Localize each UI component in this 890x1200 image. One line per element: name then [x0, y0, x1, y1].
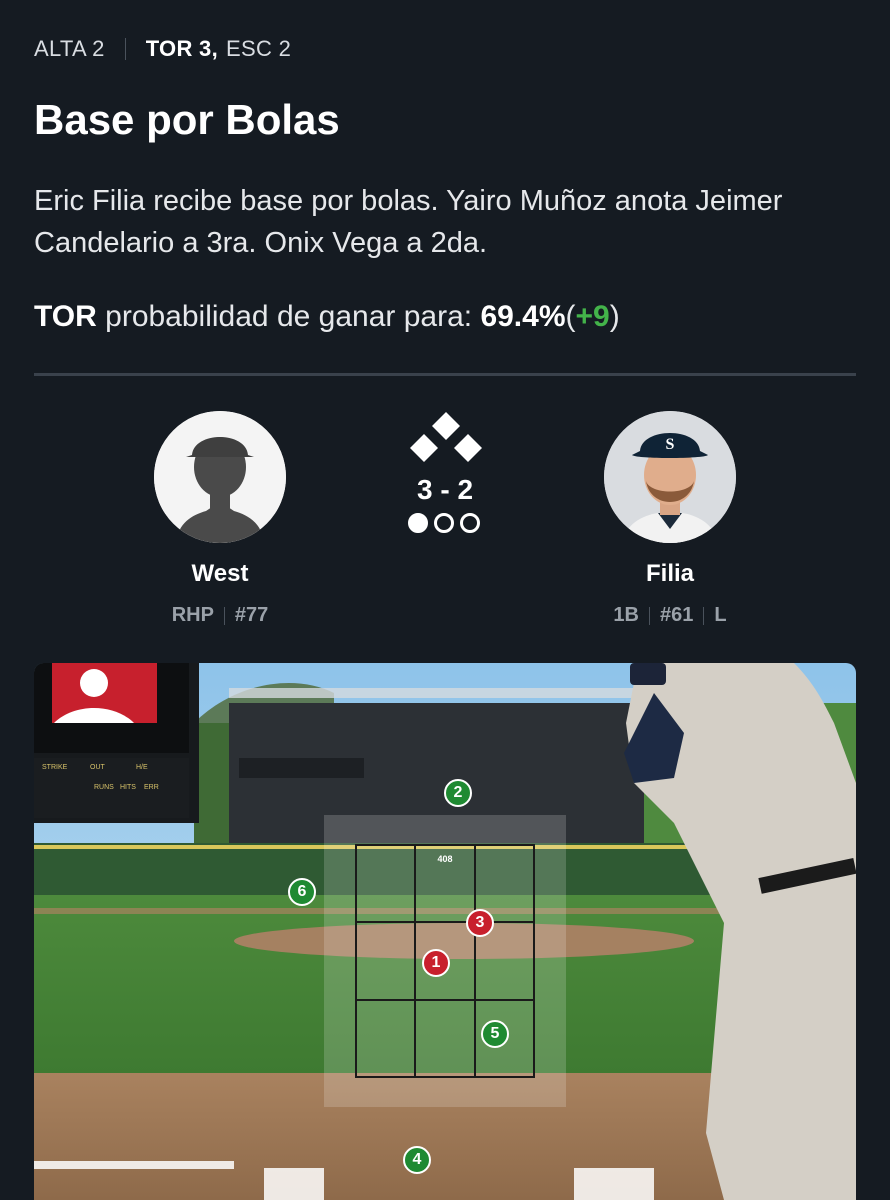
- svg-text:S: S: [666, 436, 675, 453]
- opponent-score: ESC 2: [226, 36, 292, 61]
- scoreboard-out: OUT: [90, 764, 106, 771]
- win-probability-close-paren: ): [609, 300, 620, 333]
- win-probability: TOR probabilidad de ganar para: 69.4%(+9…: [34, 300, 620, 334]
- win-probability-team: TOR: [34, 300, 97, 333]
- pitcher-meta: RHP #77: [90, 604, 350, 627]
- section-divider: [34, 373, 856, 376]
- out-dot-2: [434, 513, 454, 533]
- batter-bats: L: [714, 604, 727, 626]
- win-probability-open-paren: (: [565, 300, 576, 333]
- batter-avatar[interactable]: S: [604, 411, 736, 543]
- bases-diamond-icon: [410, 412, 482, 462]
- pitch-marker-5[interactable]: 5: [481, 1020, 509, 1048]
- pitcher-avatar[interactable]: [154, 411, 286, 543]
- pitch-marker-6[interactable]: 6: [288, 878, 316, 906]
- player-photo: S: [604, 411, 736, 543]
- batter-number: #61: [659, 604, 694, 626]
- silhouette-icon: [154, 411, 286, 543]
- meta-divider: [223, 606, 225, 625]
- scoreboard-runs: RUNS: [94, 784, 114, 791]
- win-probability-value: 69.4%: [480, 300, 566, 333]
- second-base: [432, 412, 460, 440]
- ball-strike-count: 3 - 2: [416, 474, 474, 505]
- pitch-marker-4[interactable]: 4: [403, 1146, 431, 1174]
- inning-label: ALTA 2: [34, 36, 105, 61]
- pitcher-name[interactable]: West: [120, 560, 320, 588]
- team-score: TOR 3,: [145, 36, 219, 61]
- win-probability-label: probabilidad de ganar para:: [105, 300, 473, 333]
- third-base: [410, 434, 438, 462]
- meta-divider: [703, 606, 705, 625]
- win-probability-delta: +9: [575, 300, 610, 333]
- pitcher-number: #77: [234, 604, 269, 626]
- outs-indicator: [408, 513, 480, 533]
- event-title: Base por Bolas: [34, 96, 340, 143]
- header-divider: [124, 38, 126, 60]
- event-description: Eric Filia recibe base por bolas. Yairo …: [34, 185, 783, 259]
- pitcher-position: RHP: [171, 604, 214, 626]
- batter-position: 1B: [613, 604, 639, 626]
- zone-label: 408: [437, 854, 452, 864]
- meta-divider: [648, 606, 650, 625]
- scoreboard-hits: HITS: [120, 784, 136, 791]
- out-dot-1: [408, 513, 428, 533]
- game-status-header: ALTA 2 TOR 3, ESC 2: [34, 36, 291, 62]
- pitch-marker-1[interactable]: 1: [422, 949, 450, 977]
- out-dot-3: [460, 513, 480, 533]
- scoreboard-err: ERR: [144, 784, 159, 791]
- pitch-marker-2[interactable]: 2: [444, 779, 472, 807]
- pitch-visualization[interactable]: STRIKE OUT H/E RUNS HITS ERR ML 408 1 2 …: [34, 663, 856, 1200]
- batter-name[interactable]: Filia: [570, 560, 770, 588]
- ballpark-background: STRIKE OUT H/E RUNS HITS ERR ML 408: [34, 663, 856, 1200]
- pitch-marker-3[interactable]: 3: [466, 909, 494, 937]
- scoreboard-he: H/E: [136, 764, 148, 771]
- first-base: [454, 434, 482, 462]
- scoreboard-strike: STRIKE: [42, 764, 68, 771]
- batter-meta: 1B #61 L: [540, 604, 800, 627]
